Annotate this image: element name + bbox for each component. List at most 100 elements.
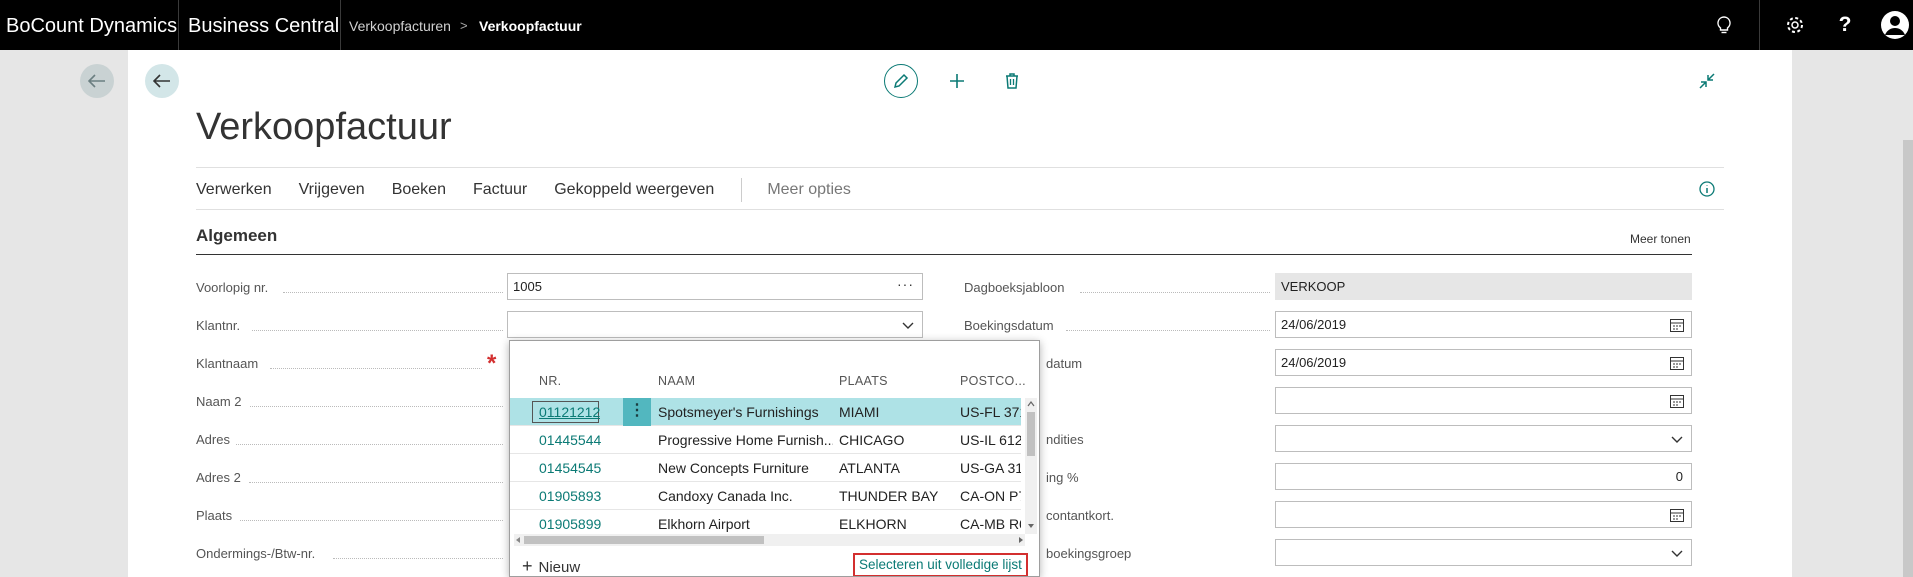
scroll-right-icon[interactable] bbox=[1017, 536, 1025, 544]
customer-nr-link[interactable]: 01905899 bbox=[539, 516, 601, 532]
datum-value: 24/06/2019 bbox=[1281, 355, 1347, 370]
label-leader bbox=[236, 444, 503, 445]
scroll-left-icon[interactable] bbox=[514, 536, 522, 544]
dagboeksjabloon-field: VERKOOP bbox=[1275, 273, 1692, 300]
horizontal-scrollbar[interactable] bbox=[514, 534, 1025, 546]
datum-input[interactable]: 24/06/2019 bbox=[1275, 349, 1692, 376]
page-scrollbar[interactable] bbox=[1903, 140, 1913, 577]
new-label: Nieuw bbox=[538, 559, 581, 576]
field-label-boekingsdatum: Boekingsdatum bbox=[964, 318, 1054, 333]
column-header-naam[interactable]: NAAM bbox=[658, 374, 695, 388]
calendar-icon[interactable] bbox=[1669, 393, 1685, 409]
boekingsdatum-input[interactable]: 24/06/2019 bbox=[1275, 311, 1692, 338]
chevron-down-icon[interactable] bbox=[1669, 545, 1685, 561]
condities-select[interactable] bbox=[1275, 425, 1692, 452]
topbar-divider bbox=[340, 0, 341, 50]
customer-name: Progressive Home Furnish... bbox=[658, 432, 833, 448]
scroll-thumb[interactable] bbox=[524, 536, 764, 544]
gear-icon[interactable] bbox=[1770, 0, 1820, 50]
scroll-up-icon[interactable] bbox=[1027, 400, 1035, 408]
action-boeken[interactable]: Boeken bbox=[392, 181, 446, 199]
action-gekoppeld-weergeven[interactable]: Gekoppeld weergeven bbox=[554, 181, 714, 199]
table-row[interactable]: 01445544 Progressive Home Furnish... CHI… bbox=[510, 426, 1021, 454]
info-icon[interactable] bbox=[1698, 180, 1716, 198]
section-underline bbox=[196, 254, 1692, 255]
new-customer-button[interactable]: + Nieuw bbox=[522, 556, 581, 576]
table-row[interactable]: 01905893 Candoxy Canada Inc. THUNDER BAY… bbox=[510, 482, 1021, 510]
lightbulb-icon[interactable] bbox=[1699, 0, 1749, 50]
field-label-adres-2: Adres 2 bbox=[196, 470, 241, 485]
calendar-icon[interactable] bbox=[1669, 355, 1685, 371]
calendar-icon[interactable] bbox=[1669, 507, 1685, 523]
scroll-down-icon[interactable] bbox=[1027, 522, 1035, 530]
page-title: Verkoopfactuur bbox=[196, 106, 452, 148]
company-name[interactable]: BoCount Dynamics bbox=[6, 0, 177, 50]
topbar-divider bbox=[178, 0, 179, 50]
section-title-algemeen[interactable]: Algemeen bbox=[196, 226, 277, 246]
label-leader bbox=[270, 368, 482, 369]
customer-nr-link[interactable]: 01454545 bbox=[539, 460, 601, 476]
action-vrijgeven[interactable]: Vrijgeven bbox=[299, 181, 365, 199]
customer-nr-link[interactable]: 01905893 bbox=[539, 488, 601, 504]
action-verwerken[interactable]: Verwerken bbox=[196, 181, 272, 199]
date-input[interactable] bbox=[1275, 387, 1692, 414]
korting-pct-input[interactable]: 0 bbox=[1275, 463, 1692, 490]
back-arrow-icon[interactable] bbox=[80, 64, 114, 98]
customer-postcode: US-FL 371 bbox=[960, 404, 1021, 420]
customer-postcode: CA-MB R0 bbox=[960, 516, 1021, 532]
scroll-thumb[interactable] bbox=[1027, 412, 1035, 456]
user-avatar-icon[interactable] bbox=[1870, 0, 1913, 50]
table-row[interactable]: 01454545 New Concepts Furniture ATLANTA … bbox=[510, 454, 1021, 482]
field-label-klantnaam: Klantnaam bbox=[196, 356, 259, 371]
more-options-button[interactable]: Meer opties bbox=[767, 181, 851, 199]
delete-trash-icon[interactable] bbox=[995, 64, 1029, 98]
chevron-down-icon[interactable] bbox=[900, 317, 916, 333]
breadcrumb-parent[interactable]: Verkoopfacturen bbox=[349, 0, 451, 52]
add-icon[interactable] bbox=[940, 64, 974, 98]
vertical-scrollbar[interactable] bbox=[1025, 398, 1037, 534]
collapse-icon[interactable] bbox=[1692, 66, 1722, 96]
label-leader bbox=[1066, 330, 1270, 331]
calendar-icon[interactable] bbox=[1669, 317, 1685, 333]
row-menu-icon[interactable]: ⋮ bbox=[623, 398, 651, 426]
field-label-dagboeksjabloon: Dagboeksjabloon bbox=[964, 280, 1065, 295]
field-label-naam-2: Naam 2 bbox=[196, 394, 242, 409]
ellipsis-icon[interactable]: ··· bbox=[897, 272, 914, 297]
voorlopig-nr-input[interactable]: 1005 ··· bbox=[507, 273, 923, 300]
divider bbox=[196, 167, 1724, 168]
column-header-nr[interactable]: NR. bbox=[539, 374, 561, 388]
show-more-link[interactable]: Meer tonen bbox=[1630, 232, 1691, 246]
customer-city: CHICAGO bbox=[839, 432, 905, 448]
chevron-down-icon[interactable] bbox=[1669, 431, 1685, 447]
plus-icon: + bbox=[522, 556, 533, 576]
label-leader bbox=[1080, 292, 1270, 293]
column-header-postcode[interactable]: POSTCO... bbox=[960, 374, 1026, 388]
field-label-datum: datum bbox=[1046, 356, 1083, 371]
topbar-divider bbox=[1759, 0, 1760, 50]
voorlopig-nr-value: 1005 bbox=[513, 279, 542, 294]
boekingsgroep-select[interactable] bbox=[1275, 539, 1692, 566]
breadcrumb-current: Verkoopfactuur bbox=[479, 18, 582, 34]
back-button[interactable] bbox=[145, 64, 179, 98]
klantnr-input[interactable] bbox=[507, 311, 923, 338]
edit-pencil-icon[interactable] bbox=[884, 64, 918, 98]
contantkort-input[interactable] bbox=[1275, 501, 1692, 528]
customer-nr-link[interactable]: 01445544 bbox=[539, 432, 601, 448]
product-name[interactable]: Business Central bbox=[188, 0, 339, 52]
select-from-full-list-link[interactable]: Selecteren uit volledige lijst bbox=[853, 553, 1028, 576]
breadcrumb-separator: > bbox=[460, 18, 468, 33]
label-leader bbox=[250, 406, 503, 407]
table-row[interactable]: 01121212 ⋮ Spotsmeyer's Furnishings MIAM… bbox=[510, 398, 1021, 426]
field-label-klantnr: Klantnr. bbox=[196, 318, 241, 333]
customer-name: Candoxy Canada Inc. bbox=[658, 488, 793, 504]
customer-city: ATLANTA bbox=[839, 460, 900, 476]
action-factuur[interactable]: Factuur bbox=[473, 181, 527, 199]
customer-city: ELKHORN bbox=[839, 516, 907, 532]
customer-nr-link[interactable]: 01121212 bbox=[539, 404, 600, 420]
required-marker: * bbox=[487, 350, 497, 377]
column-header-plaats[interactable]: PLAATS bbox=[839, 374, 888, 388]
customer-city: MIAMI bbox=[839, 404, 880, 420]
label-leader bbox=[283, 292, 503, 293]
help-icon[interactable]: ? bbox=[1820, 0, 1870, 50]
korting-pct-value: 0 bbox=[1675, 469, 1683, 484]
